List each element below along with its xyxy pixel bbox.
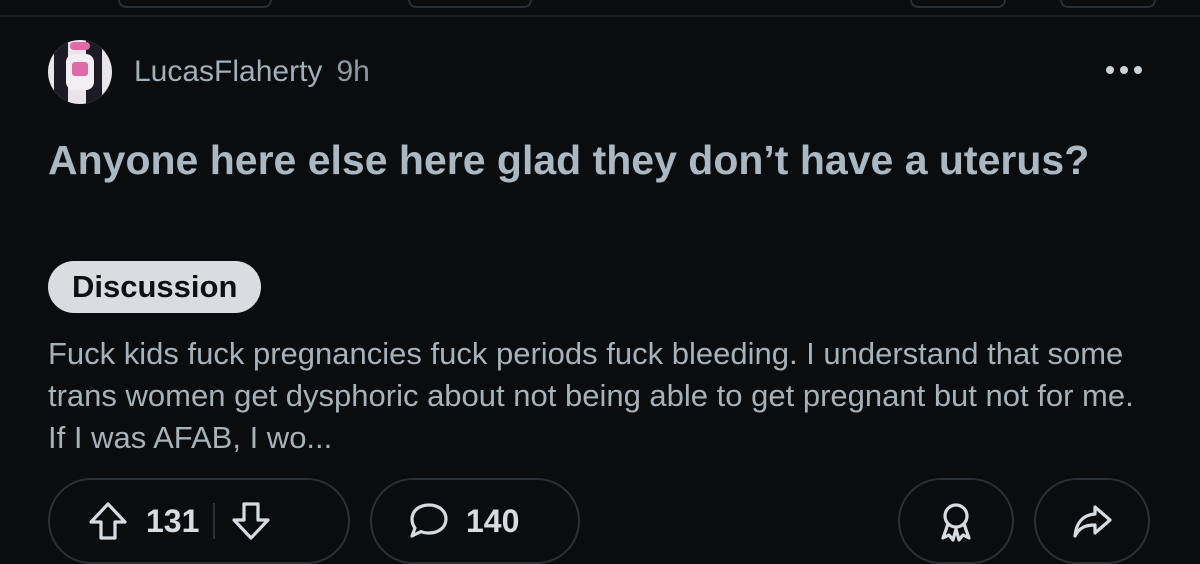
post-body[interactable]: Fuck kids fuck pregnancies fuck periods … bbox=[48, 333, 1148, 459]
award-button[interactable] bbox=[898, 478, 1014, 564]
upvote-count: 131 bbox=[146, 502, 200, 539]
upvote-icon[interactable] bbox=[86, 499, 130, 543]
post-age: 9h bbox=[336, 55, 370, 88]
avatar[interactable] bbox=[48, 40, 112, 104]
post-author-row: LucasFlaherty 9h bbox=[48, 40, 370, 104]
top-stub-right-1 bbox=[910, 0, 1006, 8]
top-stub-middle bbox=[408, 0, 532, 8]
comment-icon bbox=[406, 499, 452, 543]
vote-control: 131 bbox=[48, 478, 350, 564]
more-options-icon[interactable] bbox=[1106, 62, 1146, 78]
top-stub-right-2 bbox=[1060, 0, 1156, 8]
flair-badge[interactable]: Discussion bbox=[48, 261, 262, 313]
share-button[interactable] bbox=[1034, 478, 1150, 564]
top-stub-left bbox=[118, 0, 272, 8]
username[interactable]: LucasFlaherty bbox=[134, 55, 322, 89]
comments-button[interactable]: 140 bbox=[370, 478, 580, 564]
comment-count: 140 bbox=[466, 502, 520, 539]
post-title[interactable]: Anyone here else here glad they don’t ha… bbox=[48, 134, 1108, 186]
share-icon bbox=[1070, 499, 1114, 543]
award-icon bbox=[934, 499, 978, 543]
downvote-icon[interactable] bbox=[229, 499, 273, 543]
vote-separator bbox=[213, 503, 216, 539]
top-divider bbox=[0, 15, 1200, 17]
